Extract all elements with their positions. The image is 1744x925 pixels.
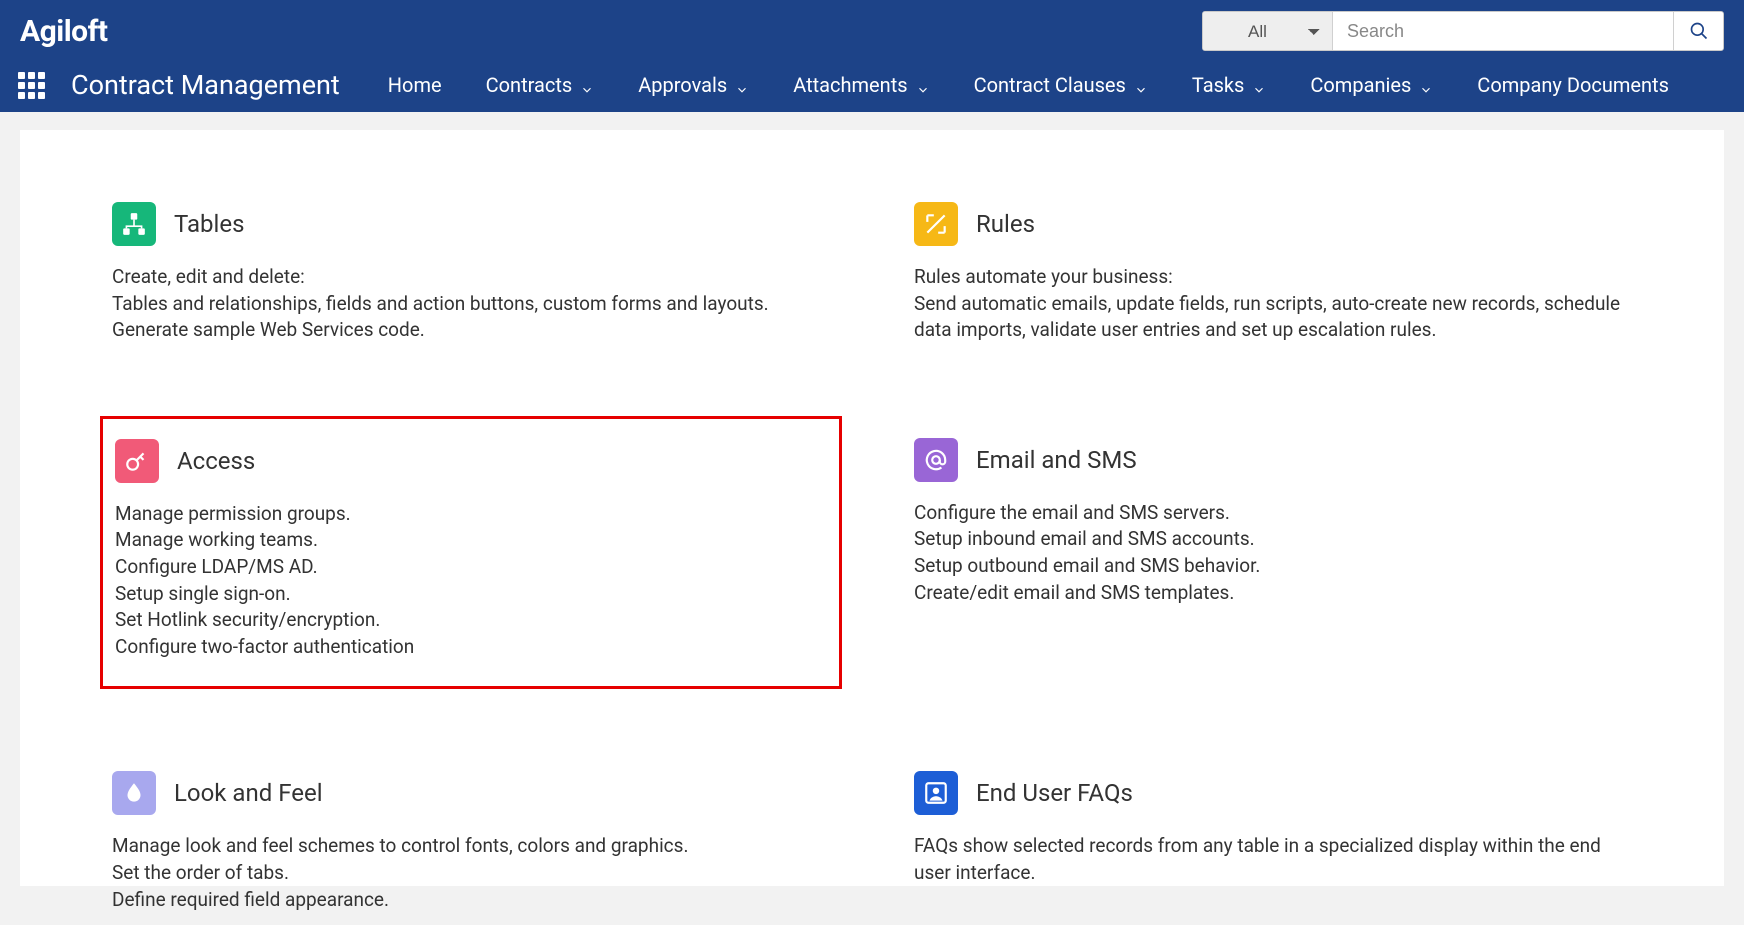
tile-desc: Manage permission groups. Manage working… (115, 501, 827, 661)
nav-companies[interactable]: Companies (1310, 73, 1433, 97)
search-filter-select[interactable]: All (1203, 12, 1333, 50)
content-panel: Tables Create, edit and delete: Tables a… (20, 130, 1724, 886)
tile-title: Look and Feel (174, 779, 323, 807)
nav-attachments[interactable]: Attachments (793, 73, 929, 97)
nav-contract-clauses[interactable]: Contract Clauses (974, 73, 1148, 97)
access-key-icon (115, 439, 159, 483)
brand-logo[interactable]: Agiloft (20, 14, 108, 49)
faq-user-icon (914, 771, 958, 815)
header-top: Agiloft All (0, 0, 1744, 58)
tile-look-and-feel[interactable]: Look and Feel Manage look and feel schem… (100, 759, 842, 925)
chevron-down-icon (1134, 78, 1148, 92)
at-sign-icon (914, 438, 958, 482)
tables-icon (112, 202, 156, 246)
nav-row: Contract Management Home Contracts Appro… (0, 58, 1744, 112)
tile-title: End User FAQs (976, 779, 1133, 807)
tile-title: Rules (976, 210, 1035, 238)
nav-company-documents[interactable]: Company Documents (1477, 73, 1669, 97)
search-group: All (1202, 11, 1724, 51)
tile-title: Tables (174, 210, 244, 238)
tile-desc: FAQs show selected records from any tabl… (914, 833, 1632, 886)
chevron-down-icon (735, 78, 749, 92)
nav-home[interactable]: Home (388, 73, 442, 97)
tile-desc: Configure the email and SMS servers. Set… (914, 500, 1632, 606)
droplet-icon (112, 771, 156, 815)
rules-icon (914, 202, 958, 246)
tile-title: Email and SMS (976, 446, 1137, 474)
header: Agiloft All Contract Management Home Con… (0, 0, 1744, 112)
chevron-down-icon (1419, 78, 1433, 92)
chevron-down-icon (916, 78, 930, 92)
tile-access[interactable]: Access Manage permission groups. Manage … (100, 416, 842, 690)
tile-end-user-faqs[interactable]: End User FAQs FAQs show selected records… (902, 759, 1644, 925)
tile-desc: Create, edit and delete: Tables and rela… (112, 264, 830, 344)
tile-title: Access (177, 447, 255, 475)
nav-approvals[interactable]: Approvals (638, 73, 749, 97)
tile-rules[interactable]: Rules Rules automate your business: Send… (902, 190, 1644, 356)
app-title: Contract Management (71, 69, 340, 101)
search-button[interactable] (1673, 12, 1723, 50)
nav-contracts[interactable]: Contracts (486, 73, 595, 97)
tile-email-sms[interactable]: Email and SMS Configure the email and SM… (902, 426, 1644, 690)
tile-desc: Manage look and feel schemes to control … (112, 833, 830, 913)
tile-grid: Tables Create, edit and delete: Tables a… (100, 190, 1644, 925)
tile-tables[interactable]: Tables Create, edit and delete: Tables a… (100, 190, 842, 356)
search-icon (1689, 21, 1709, 41)
chevron-down-icon (1252, 78, 1266, 92)
nav-items: Home Contracts Approvals Attachments Con… (388, 73, 1669, 97)
tile-desc: Rules automate your business: Send autom… (914, 264, 1632, 344)
apps-grid-icon[interactable] (18, 72, 45, 99)
chevron-down-icon (580, 78, 594, 92)
nav-tasks[interactable]: Tasks (1192, 73, 1267, 97)
search-input[interactable] (1333, 12, 1673, 50)
